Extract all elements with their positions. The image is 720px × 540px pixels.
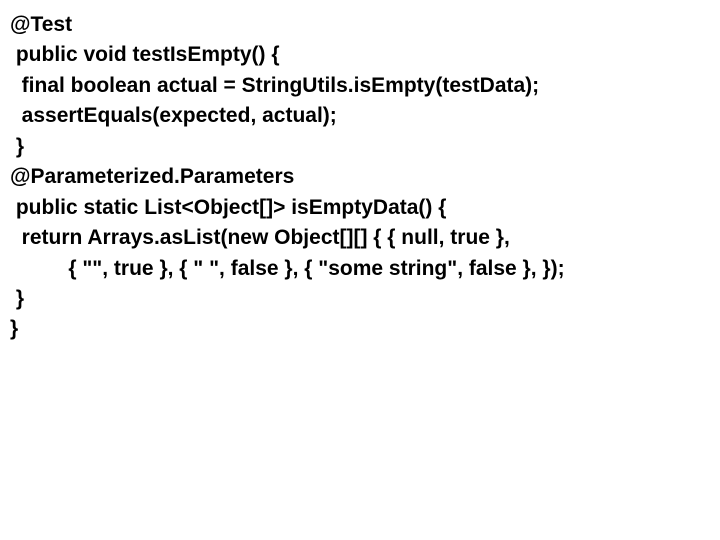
- code-line: @Test: [10, 10, 710, 40]
- code-line: assertEquals(expected, actual);: [10, 101, 710, 131]
- code-line: }: [10, 314, 710, 344]
- code-line: @Parameterized.Parameters: [10, 162, 710, 192]
- code-line: public void testIsEmpty() {: [10, 40, 710, 70]
- code-line: final boolean actual = StringUtils.isEmp…: [10, 71, 710, 101]
- code-line: return Arrays.asList(new Object[][] { { …: [10, 223, 710, 253]
- code-line: public static List<Object[]> isEmptyData…: [10, 193, 710, 223]
- code-block: @Test public void testIsEmpty() { final …: [10, 10, 710, 345]
- code-line: { "", true }, { " ", false }, { "some st…: [10, 254, 710, 284]
- code-line: }: [10, 132, 710, 162]
- code-line: }: [10, 284, 710, 314]
